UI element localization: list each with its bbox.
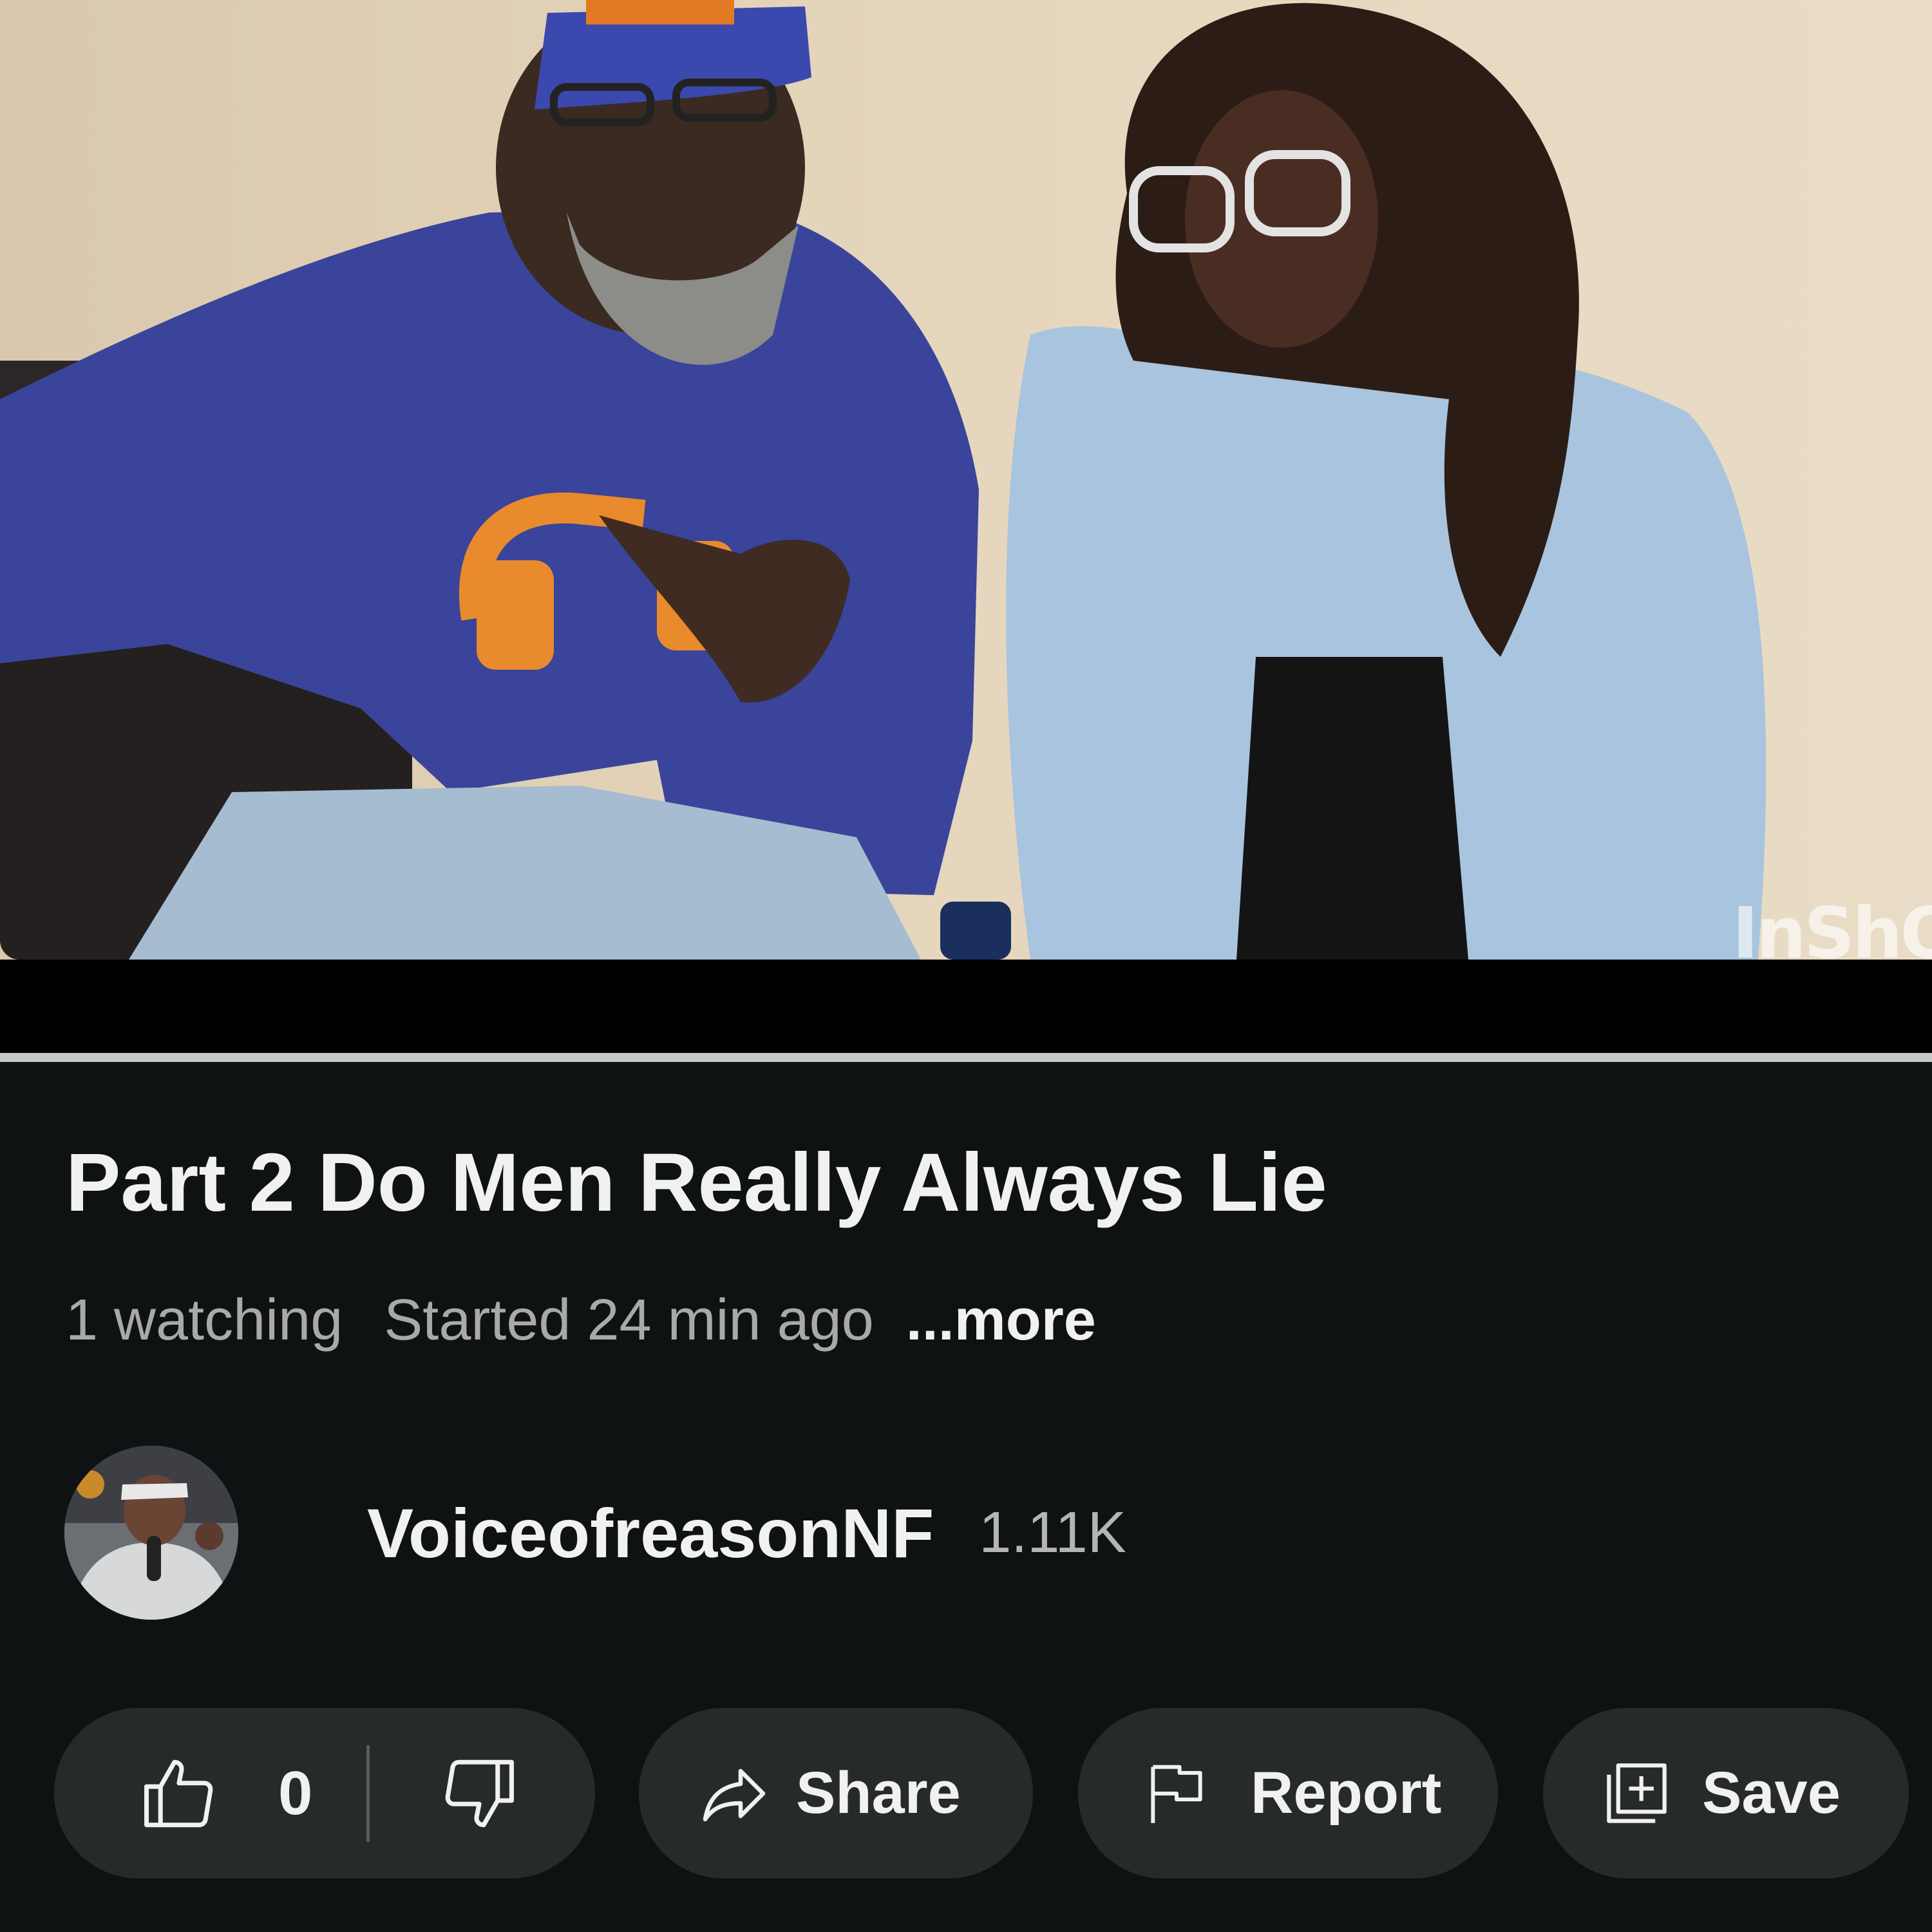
- thumbs-up-icon: [144, 1759, 213, 1827]
- video-player[interactable]: InShO: [0, 0, 1932, 1053]
- report-button[interactable]: Report: [1078, 1708, 1498, 1879]
- subscriber-count: 1.11K: [979, 1500, 1126, 1565]
- video-watermark: InShO: [1732, 892, 1932, 974]
- video-meta-row[interactable]: 1 watching Started 24 min ago ...more: [66, 1288, 1096, 1352]
- dislike-button[interactable]: [437, 1708, 520, 1879]
- share-label: Share: [796, 1760, 961, 1826]
- save-button[interactable]: Save: [1543, 1708, 1909, 1879]
- watching-count: 1 watching: [66, 1288, 343, 1352]
- flag-icon: [1151, 1765, 1202, 1823]
- channel-name[interactable]: VoiceofreasonNF: [367, 1493, 934, 1573]
- add-to-playlist-icon: [1607, 1763, 1667, 1823]
- avatar-image: [64, 1446, 238, 1620]
- like-dislike-group: 0: [54, 1708, 595, 1879]
- share-button[interactable]: Share: [639, 1708, 1033, 1879]
- thumbs-down-icon: [446, 1759, 515, 1827]
- channel-avatar[interactable]: [64, 1446, 238, 1620]
- more-link[interactable]: ...more: [906, 1288, 1096, 1352]
- channel-row[interactable]: VoiceofreasonNF 1.11K: [64, 1446, 1126, 1620]
- like-divider: [366, 1745, 370, 1842]
- report-label: Report: [1251, 1760, 1442, 1826]
- save-label: Save: [1702, 1760, 1841, 1826]
- started-time: Started 24 min ago: [384, 1288, 874, 1352]
- video-title: Part 2 Do Men Really Always Lie: [66, 1137, 1327, 1229]
- share-arrow-icon: [703, 1768, 766, 1821]
- video-progress-bar[interactable]: [0, 1053, 1932, 1062]
- like-count: 0: [278, 1758, 313, 1828]
- action-bar: 0 Share Report Save: [0, 1708, 1932, 1879]
- video-frame: [0, 0, 1932, 960]
- like-button[interactable]: 0: [54, 1708, 312, 1879]
